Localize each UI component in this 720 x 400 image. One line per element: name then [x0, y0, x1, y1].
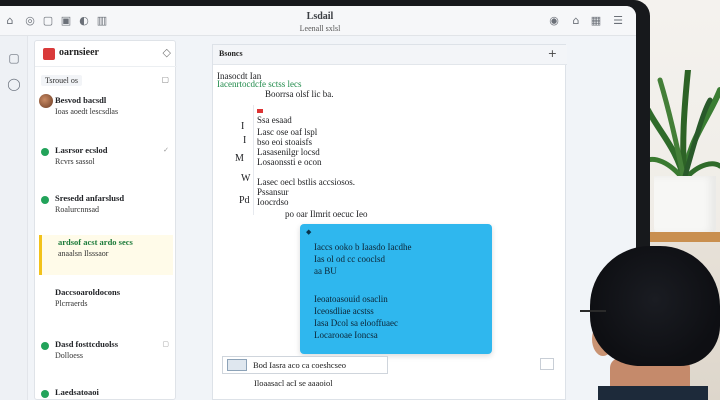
list-header: oarnsieer ◇	[35, 41, 177, 67]
list-item-snippet: Ioas aoedt lescsdlas	[55, 107, 119, 116]
list-item-name: ardsof acst ardo secs	[58, 237, 133, 247]
filter-icon[interactable]: ▢	[161, 75, 169, 84]
new-chat-icon[interactable]: ◇	[163, 46, 171, 59]
message-line: Iacenrtocdcfe sctss lecs	[217, 79, 302, 89]
plant-leaves	[648, 70, 720, 183]
compose-box[interactable]: Bod Iasra aco ca coeshcseo	[222, 356, 388, 374]
side-mark: I	[243, 135, 247, 146]
list-item-snippet: Plcrraerds	[55, 299, 88, 308]
person-foreground	[576, 246, 720, 400]
online-dot	[41, 390, 49, 398]
monitor: ⌂ ◎ ▢ ▣ ◐ ▥ Lsdail Leenall sxlsl ◉ ⌂ ▦ ☰…	[0, 0, 650, 400]
left-rail: ▢ ◯	[0, 36, 28, 400]
list-item-snippet: Roalurcnnsad	[55, 205, 99, 214]
list-item-name: Lasrsor ecslod	[55, 145, 108, 155]
side-mark: I	[241, 121, 245, 132]
tab-icon[interactable]: ▣	[60, 15, 72, 27]
browser-top-bar: ⌂ ◎ ▢ ▣ ◐ ▥ Lsdail Leenall sxlsl ◉ ⌂ ▦ ☰	[0, 6, 636, 36]
pin-icon: ◆	[306, 228, 312, 236]
hair	[590, 246, 720, 366]
list-item-name: Daccsoaroldocons	[55, 287, 121, 297]
screen: ⌂ ◎ ▢ ▣ ◐ ▥ Lsdail Leenall sxlsl ◉ ⌂ ▦ ☰…	[0, 6, 636, 400]
card-line: Ieoatoasouid osaclin	[314, 294, 388, 304]
list-item-name: Laedsatoaoi	[55, 387, 99, 397]
list-item-name: Dasd fosttcduolss	[55, 339, 119, 349]
window-subtitle: Leenall sxlsl	[299, 24, 341, 33]
side-mark: M	[235, 153, 244, 164]
side-mark: Pd	[239, 195, 250, 206]
message-line: Boorrsa olsf lic ba.	[265, 89, 334, 99]
window-icon[interactable]: ▢	[42, 15, 54, 27]
list-item-active[interactable]: ardsof acst ardo secs anaalsn Ilsssaor	[39, 235, 173, 275]
list-item[interactable]: Dasd fosttcduolss Dolloess ▢	[39, 337, 173, 377]
list-item[interactable]: Daccsoaroldocons Plcrraerds	[39, 285, 173, 325]
status-line: Iloaasacl acI se aaaoiol	[254, 378, 333, 388]
list-item-snippet: Dolloess	[55, 351, 83, 360]
user-icon[interactable]: ◉	[548, 15, 560, 27]
list-item[interactable]: Laedsatoaoi	[39, 385, 173, 400]
app-icon[interactable]: ◐	[78, 15, 90, 27]
card-line: Iaccs ooko b Iaasdo Iacdhe	[314, 242, 412, 252]
compose-icon[interactable]: ◯	[6, 76, 22, 92]
message-line: Ssa esaad	[257, 115, 292, 125]
send-button[interactable]	[540, 358, 554, 370]
list-item-name: Besvod bacsdl	[55, 95, 107, 105]
glasses	[580, 310, 606, 312]
refresh-icon[interactable]: ◎	[24, 15, 36, 27]
back-icon[interactable]: ⌂	[4, 15, 16, 27]
online-dot	[41, 196, 49, 204]
grid-icon[interactable]: ▦	[590, 15, 602, 27]
list-item-snippet: anaalsn Ilsssaor	[58, 249, 109, 258]
reply-card[interactable]: ◆ Iaccs ooko b Iaasdo Iacdhe Ias ol od c…	[300, 224, 492, 354]
window-title: Lsdail	[306, 11, 334, 22]
message-line: Lasec oecl bstlis accsiosos.	[257, 177, 355, 187]
list-item[interactable]: Besvod bacsdl Ioas aoedt lescsdlas	[39, 93, 173, 133]
card-line: aa BU	[314, 266, 337, 276]
add-icon[interactable]: +	[548, 47, 557, 60]
app-logo	[43, 48, 55, 60]
chat-title: Bsoncs	[219, 49, 243, 58]
list-item-snippet: Rcvrs sassol	[55, 157, 95, 166]
keyboard-icon[interactable]	[227, 359, 247, 371]
thread-marker	[257, 109, 263, 113]
message-line: Losaonssti e ocon	[257, 157, 322, 167]
layout-icon[interactable]: ▥	[96, 15, 108, 27]
square-icon: ▢	[162, 340, 169, 348]
message-line: Lasc ose oaf lspl	[257, 127, 318, 137]
message-line: Ioocrdso	[257, 197, 289, 207]
online-dot	[41, 148, 49, 156]
message-line: Lasasenilgr locsd	[257, 147, 320, 157]
message-line: Pssansur	[257, 187, 289, 197]
message-line: bso eoi stoaisfs	[257, 137, 312, 147]
chat-header: Bsoncs +	[213, 45, 567, 65]
list-item-name: Sresedd anfarslusd	[55, 193, 125, 203]
list-title: oarnsieer	[59, 47, 99, 58]
bookmark-icon[interactable]: ⌂	[570, 15, 582, 27]
list-item[interactable]: Sresedd anfarslusd Roalurcnnsad	[39, 191, 173, 231]
menu-icon[interactable]: ☰	[612, 15, 624, 27]
list-filter[interactable]: Tsrouel os	[41, 75, 82, 86]
check-icon: ✓	[163, 146, 169, 154]
window-icon[interactable]: ▢	[6, 50, 22, 66]
message-line: po oar Ilmrit oecuc Ieo	[285, 209, 368, 219]
list-item[interactable]: Lasrsor ecslod Rcvrs sassol ✓	[39, 143, 173, 183]
card-line: Iceosdliae acstss	[314, 306, 374, 316]
card-line: Ias ol od cc cooclsd	[314, 254, 385, 264]
avatar	[39, 94, 53, 108]
online-dot	[41, 342, 49, 350]
card-line: Locarooae Ioncsa	[314, 330, 378, 340]
side-mark: W	[241, 173, 251, 184]
conversation-list: oarnsieer ◇ Tsrouel os ▢ Besvod bacsdl I…	[34, 40, 177, 400]
shelf	[648, 232, 720, 242]
card-line: Iasa Dcol sa elooffuaec	[314, 318, 399, 328]
compose-text: Bod Iasra aco ca coeshcseo	[253, 360, 346, 370]
plant-pot	[654, 176, 716, 234]
shirt	[598, 386, 708, 400]
